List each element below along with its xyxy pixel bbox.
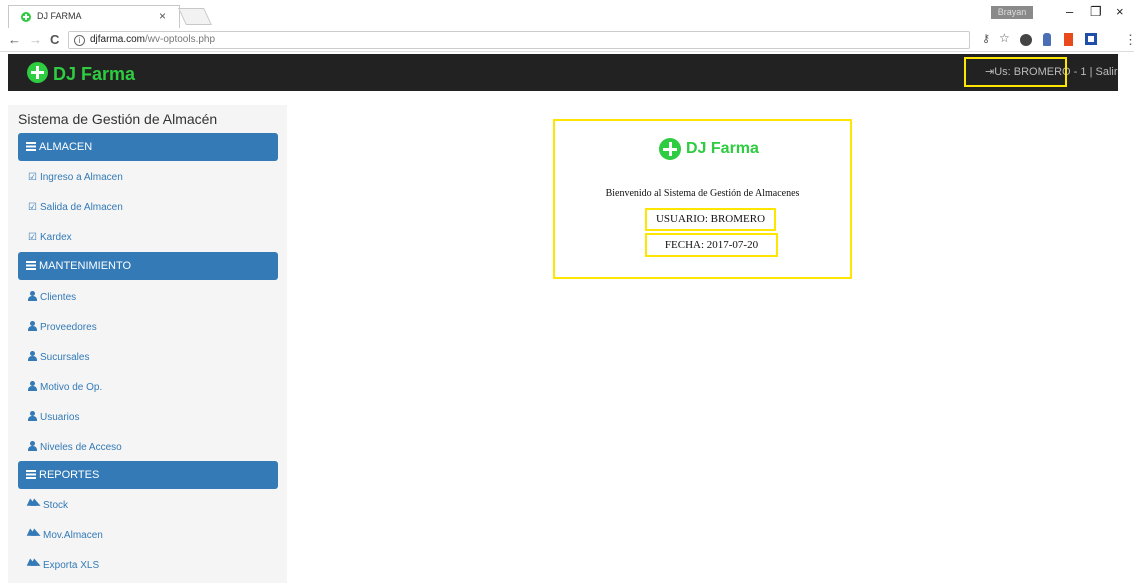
info-icon[interactable]: i (74, 35, 85, 46)
brand-name[interactable]: DJ Farma (53, 64, 135, 85)
welcome-message: Bienvenido al Sistema de Gestión de Alma… (605, 188, 800, 199)
star-icon[interactable]: ☆ (999, 31, 1010, 45)
tab-close-icon[interactable]: × (159, 9, 166, 23)
list-icon (26, 142, 36, 151)
card-logo-icon (659, 138, 681, 160)
reload-icon[interactable]: C (50, 32, 59, 47)
sidebar-title: Sistema de Gestión de Almacén (18, 111, 218, 127)
user-icon (28, 441, 37, 451)
app-navbar: DJ Farma ⇥Us: BROMERO - 1 | Salir (8, 54, 1118, 91)
address-bar: ← → C i djfarma.com/wv-optools.php ⚷ ☆ ⋮ (0, 28, 1134, 52)
sidebar-item-ingreso[interactable]: ☑ Ingreso a Almacen (28, 172, 123, 183)
extension-icon-3[interactable] (1085, 33, 1097, 45)
restore-button[interactable]: ❐ (1090, 4, 1102, 20)
tags-icon (28, 530, 42, 539)
favicon-icon (21, 12, 31, 22)
list-icon (26, 261, 36, 270)
url-text: djfarma.com/wv-optools.php (90, 34, 215, 45)
back-icon[interactable]: ← (8, 32, 21, 47)
check-icon: ☑ (28, 232, 37, 243)
fecha-label: FECHA: 2017-07-20 (645, 233, 778, 257)
card-brand: DJ Farma (686, 140, 759, 157)
usuario-label: USUARIO: BROMERO (645, 208, 776, 231)
sidebar-item-label: Exporta XLS (43, 560, 100, 571)
extension-icon-1[interactable] (1020, 34, 1032, 46)
sidebar-item-sucursales[interactable]: Sucursales (28, 351, 89, 363)
sidebar-item-label: Clientes (40, 292, 77, 303)
sidebar-item-exporta-xls[interactable]: Exporta XLS (28, 560, 99, 571)
sidebar-item-label: Usuarios (40, 412, 80, 423)
user-icon (28, 381, 37, 391)
welcome-card: DJ Farma Bienvenido al Sistema de Gestió… (553, 119, 852, 279)
sidebar-item-label: Stock (43, 500, 69, 511)
tab-strip: DJ FARMA × Brayan – ❐ × (0, 0, 1134, 28)
sidebar-item-proveedores[interactable]: Proveedores (28, 321, 97, 333)
url-host: djfarma.com (90, 34, 146, 45)
minimize-button[interactable]: – (1066, 4, 1073, 19)
brand-logo-icon (27, 62, 48, 83)
sidebar-item-usuarios[interactable]: Usuarios (28, 411, 79, 423)
sidebar-item-label: Sucursales (40, 352, 90, 363)
sidebar-item-label: Niveles de Acceso (40, 442, 122, 453)
section-label: MANTENIMIENTO (39, 260, 132, 272)
highlight-user-box (964, 57, 1067, 87)
list-icon (26, 470, 36, 479)
section-label: REPORTES (39, 469, 100, 481)
sidebar: Sistema de Gestión de Almacén ALMACEN ☑ I… (8, 105, 287, 583)
menu-icon[interactable]: ⋮ (1124, 32, 1134, 48)
office-icon[interactable] (1064, 33, 1073, 46)
sidebar-item-label: Ingreso a Almacen (39, 172, 123, 183)
key-icon[interactable]: ⚷ (982, 32, 990, 45)
sidebar-item-kardex[interactable]: ☑ Kardex (28, 232, 72, 243)
sidebar-item-salida[interactable]: ☑ Salida de Almacen (28, 202, 123, 213)
tags-icon (28, 500, 42, 509)
check-icon: ☑ (28, 202, 37, 213)
browser-tab[interactable]: DJ FARMA × (8, 5, 180, 28)
user-icon (28, 351, 37, 361)
user-icon (28, 321, 37, 331)
logout-link[interactable]: - 1 | Salir (1071, 66, 1118, 78)
new-tab-button[interactable] (178, 8, 212, 25)
user-icon (28, 411, 37, 421)
sidebar-item-stock[interactable]: Stock (28, 500, 68, 511)
sidebar-item-label: Proveedores (40, 322, 97, 333)
profile-badge[interactable]: Brayan (991, 6, 1033, 19)
sidebar-item-niveles[interactable]: Niveles de Acceso (28, 441, 122, 453)
tab-title: DJ FARMA (37, 11, 82, 21)
section-almacen[interactable]: ALMACEN (18, 133, 278, 161)
url-input[interactable]: i djfarma.com/wv-optools.php (68, 31, 970, 49)
section-mantenimiento[interactable]: MANTENIMIENTO (18, 252, 278, 280)
sidebar-item-mov-almacen[interactable]: Mov.Almacen (28, 530, 103, 541)
sidebar-item-label: Salida de Almacen (39, 202, 123, 213)
tags-icon (28, 560, 42, 569)
check-icon: ☑ (28, 172, 37, 183)
section-reportes[interactable]: REPORTES (18, 461, 278, 489)
forward-icon[interactable]: → (29, 32, 42, 47)
sidebar-item-label: Kardex (39, 232, 72, 243)
url-path: /wv-optools.php (145, 34, 216, 45)
extension-icon-2[interactable] (1043, 33, 1051, 46)
sidebar-item-clientes[interactable]: Clientes (28, 291, 76, 303)
sidebar-item-label: Motivo de Op. (40, 382, 103, 393)
sidebar-item-label: Mov.Almacen (43, 530, 103, 541)
close-window-button[interactable]: × (1116, 4, 1124, 19)
sidebar-item-motivo[interactable]: Motivo de Op. (28, 381, 102, 393)
section-label: ALMACEN (39, 141, 93, 153)
user-icon (28, 291, 37, 301)
